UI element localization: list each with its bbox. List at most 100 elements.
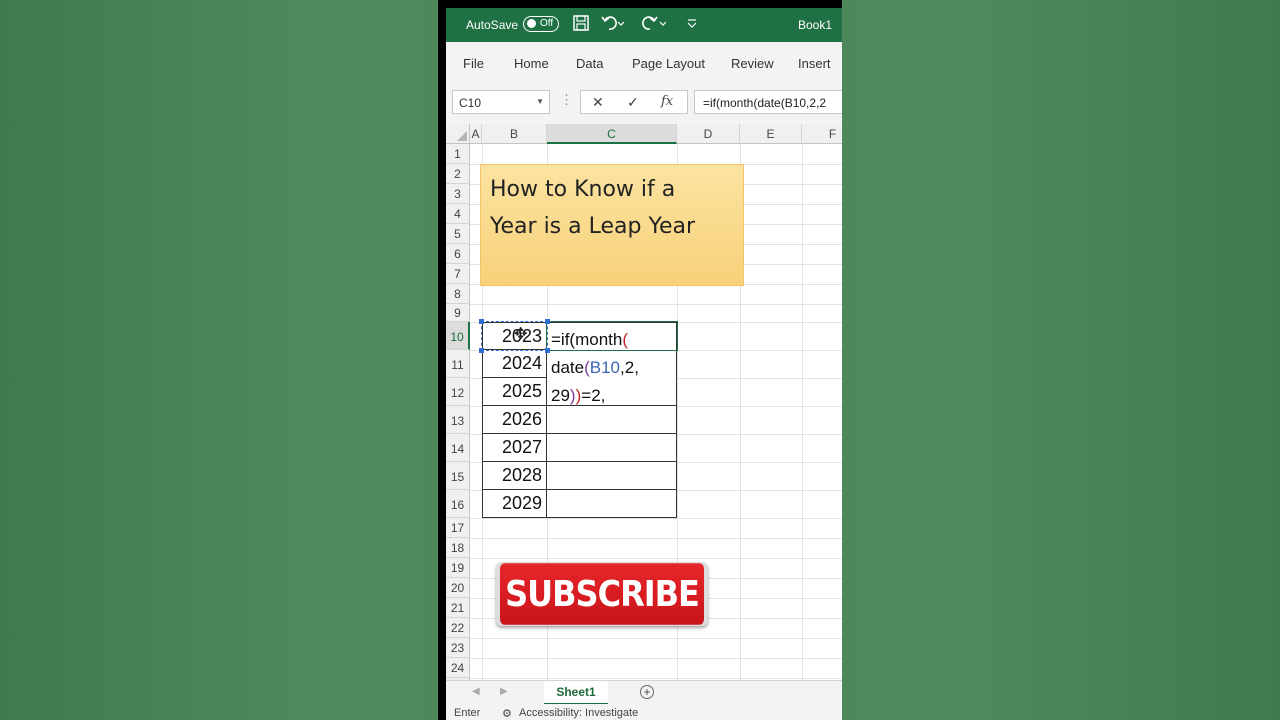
resize-handle[interactable] <box>479 348 484 353</box>
gridline <box>802 144 803 684</box>
row-header-3[interactable]: 3 <box>446 184 470 204</box>
column-header-a[interactable]: A <box>470 124 482 144</box>
formula-token: =if(month <box>551 330 623 349</box>
excel-window: AutoSave Off Book1 File Home Data Page L… <box>446 8 842 720</box>
formula-line-2: date(B10,2, <box>551 354 676 382</box>
confirm-icon[interactable]: ✓ <box>627 94 639 111</box>
row-header-4[interactable]: 4 <box>446 204 470 224</box>
tab-page-layout[interactable]: Page Layout <box>632 56 705 71</box>
row-header-13[interactable]: 13 <box>446 406 470 434</box>
row-header-16[interactable]: 16 <box>446 490 470 518</box>
row-header-20[interactable]: 20 <box>446 578 470 598</box>
accessibility-icon[interactable]: ⚙ <box>502 707 512 720</box>
cell-c16[interactable] <box>547 490 677 518</box>
row-header-6[interactable]: 6 <box>446 244 470 264</box>
title-bar: AutoSave Off Book1 <box>446 8 842 42</box>
name-box[interactable]: C10 ▼ <box>452 90 550 114</box>
scroll-left-icon[interactable]: ◀ <box>472 686 480 697</box>
formula-line-1: =if(month( <box>551 326 676 354</box>
formula-token: date <box>551 358 585 377</box>
formula-token: =2, <box>581 386 606 405</box>
select-all-corner[interactable] <box>446 124 470 144</box>
cursor-icon: ✥ <box>514 326 528 343</box>
redo-icon[interactable] <box>640 14 667 36</box>
resize-handle[interactable] <box>545 348 550 353</box>
column-header-c[interactable]: C <box>547 124 677 144</box>
formula-line-3: 29))=2, <box>551 382 676 410</box>
formula-bar: C10 ▼ ⋮ ✕ ✓ fx =if(month(date(B10,2,2 <box>446 80 842 125</box>
column-header-d[interactable]: D <box>677 124 740 144</box>
row-header-19[interactable]: 19 <box>446 558 470 578</box>
cell-b12[interactable]: 2025 <box>482 378 547 406</box>
cell-c14[interactable] <box>547 434 677 462</box>
row-header-23[interactable]: 23 <box>446 638 470 658</box>
accessibility-status[interactable]: Accessibility: Investigate <box>519 707 638 719</box>
gridline <box>470 538 842 539</box>
tab-insert[interactable]: Insert <box>798 56 831 71</box>
row-header-8[interactable]: 8 <box>446 284 470 304</box>
undo-icon[interactable] <box>601 14 625 36</box>
row-header-21[interactable]: 21 <box>446 598 470 618</box>
gridline <box>470 558 842 559</box>
phone-frame: AutoSave Off Book1 File Home Data Page L… <box>438 0 842 720</box>
row-header-9[interactable]: 9 <box>446 304 470 322</box>
row-header-7[interactable]: 7 <box>446 264 470 284</box>
sheet-tab-sheet1[interactable]: Sheet1 <box>544 681 608 705</box>
add-sheet-icon[interactable]: + <box>640 685 654 699</box>
ribbon-tabs: File Home Data Page Layout Review Insert <box>446 42 842 81</box>
formula-input[interactable]: =if(month(date(B10,2,2 <box>694 90 842 114</box>
gridline <box>470 638 842 639</box>
save-icon[interactable] <box>572 14 590 36</box>
row-header-17[interactable]: 17 <box>446 518 470 538</box>
row-header-14[interactable]: 14 <box>446 434 470 462</box>
column-header-b[interactable]: B <box>482 124 547 144</box>
tab-data[interactable]: Data <box>576 56 603 71</box>
row-header-12[interactable]: 12 <box>446 378 470 406</box>
spreadsheet-grid[interactable]: A B C D E F 1 2 3 4 5 6 7 8 9 10 11 12 1… <box>446 124 842 684</box>
cell-c15[interactable] <box>547 462 677 490</box>
more-options-icon[interactable]: ⋮ <box>560 92 573 108</box>
status-bar: Enter ⚙ Accessibility: Investigate <box>446 704 842 720</box>
cell-c13[interactable] <box>547 406 677 434</box>
autosave-toggle[interactable]: Off <box>523 16 559 32</box>
column-header-e[interactable]: E <box>740 124 802 144</box>
tab-home[interactable]: Home <box>514 56 549 71</box>
formula-token: ( <box>622 330 629 349</box>
formula-reference: B10 <box>589 358 621 377</box>
scroll-right-icon[interactable]: ▶ <box>500 686 508 697</box>
cell-b16[interactable]: 2029 <box>482 490 547 518</box>
title-text-box[interactable]: How to Know if a Year is a Leap Year <box>480 164 744 286</box>
gridline <box>470 658 842 659</box>
name-box-value: C10 <box>459 96 482 110</box>
resize-handle[interactable] <box>479 319 484 324</box>
cell-b14[interactable]: 2027 <box>482 434 547 462</box>
row-header-18[interactable]: 18 <box>446 538 470 558</box>
subscribe-button[interactable]: SUBSCRIBE <box>496 562 708 626</box>
cell-b15[interactable]: 2028 <box>482 462 547 490</box>
cancel-icon[interactable]: ✕ <box>592 94 604 111</box>
title-line-2: Year is a Leap Year <box>490 214 696 239</box>
column-header-f[interactable]: F <box>802 124 842 144</box>
gridline <box>470 304 842 305</box>
row-header-5[interactable]: 5 <box>446 224 470 244</box>
cell-c10-editor[interactable]: =if(month( date(B10,2, 29))=2, <box>547 322 677 406</box>
formula-token: ,2, <box>620 358 639 377</box>
row-header-2[interactable]: 2 <box>446 164 470 184</box>
row-header-24[interactable]: 24 <box>446 658 470 678</box>
cell-b13[interactable]: 2026 <box>482 406 547 434</box>
tab-file[interactable]: File <box>463 56 484 71</box>
resize-handle[interactable] <box>545 319 550 324</box>
cell-b11[interactable]: 2024 <box>482 350 547 378</box>
row-header-11[interactable]: 11 <box>446 350 470 378</box>
customize-toolbar-icon[interactable] <box>686 14 698 36</box>
row-header-1[interactable]: 1 <box>446 144 470 164</box>
autosave-label: AutoSave <box>466 18 519 32</box>
row-header-10[interactable]: 10 <box>446 322 470 350</box>
row-header-15[interactable]: 15 <box>446 462 470 490</box>
row-header-22[interactable]: 22 <box>446 618 470 638</box>
tab-review[interactable]: Review <box>731 56 774 71</box>
insert-function-icon[interactable]: fx <box>661 94 673 109</box>
chevron-down-icon[interactable]: ▼ <box>536 97 544 106</box>
formula-text: =if(month(date(B10,2,2 <box>703 96 827 110</box>
formula-buttons: ✕ ✓ fx <box>580 90 688 114</box>
